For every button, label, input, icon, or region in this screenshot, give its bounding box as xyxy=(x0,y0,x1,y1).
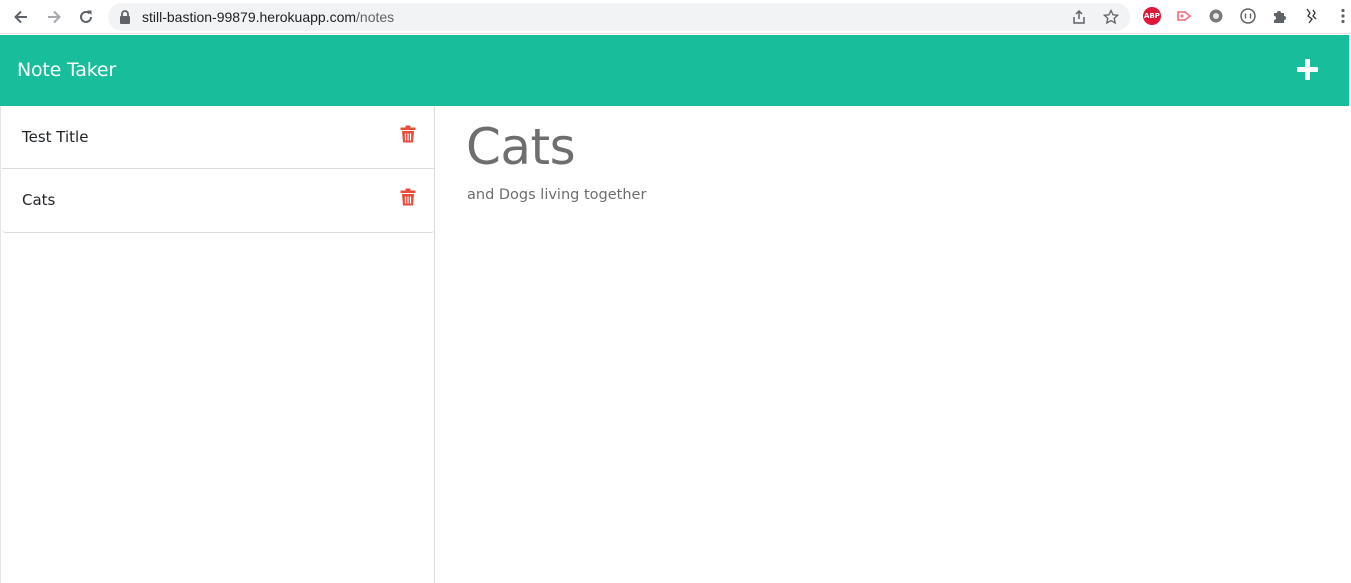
note-text-field[interactable]: and Dogs living together xyxy=(467,187,646,203)
trash-icon[interactable] xyxy=(400,188,416,206)
list-item[interactable]: Cats xyxy=(2,169,435,232)
notes-sidebar: Test Title Cats xyxy=(0,106,435,583)
extension-circle-icon[interactable] xyxy=(1239,7,1257,25)
note-detail: Cats and Dogs living together xyxy=(436,106,1349,583)
back-icon[interactable] xyxy=(9,5,33,29)
url-path: /notes xyxy=(356,9,395,25)
url-host: still-bastion-99879.herokuapp.com xyxy=(142,9,357,25)
list-item[interactable]: Test Title xyxy=(2,106,435,169)
puzzle-icon[interactable] xyxy=(1271,7,1289,25)
adblock-label: ABP xyxy=(1144,12,1160,20)
app-navbar: Note Taker xyxy=(0,35,1349,106)
lock-icon xyxy=(120,10,130,24)
brand-title[interactable]: Note Taker xyxy=(17,59,116,81)
note-title-field[interactable]: Cats xyxy=(466,118,576,176)
address-bar[interactable]: still-bastion-99879.herokuapp.com/notes xyxy=(108,3,1130,31)
note-title: Test Title xyxy=(22,128,89,146)
reload-icon[interactable] xyxy=(74,5,98,29)
share-icon[interactable] xyxy=(1071,9,1087,25)
trash-icon[interactable] xyxy=(400,125,416,143)
menu-icon[interactable] xyxy=(1334,7,1351,25)
browser-toolbar: still-bastion-99879.herokuapp.com/notes … xyxy=(0,0,1351,34)
star-icon[interactable] xyxy=(1103,9,1119,25)
url-text: still-bastion-99879.herokuapp.com/notes xyxy=(142,9,394,25)
forward-icon[interactable] xyxy=(42,5,66,29)
new-note-button[interactable] xyxy=(1294,56,1321,83)
cast-icon[interactable] xyxy=(1175,7,1193,25)
note-list: Test Title Cats xyxy=(2,106,435,233)
extension-gear-icon[interactable] xyxy=(1207,7,1225,25)
adblock-icon[interactable]: ABP xyxy=(1143,7,1161,25)
note-title: Cats xyxy=(22,191,56,209)
profile-icon[interactable] xyxy=(1302,7,1320,25)
